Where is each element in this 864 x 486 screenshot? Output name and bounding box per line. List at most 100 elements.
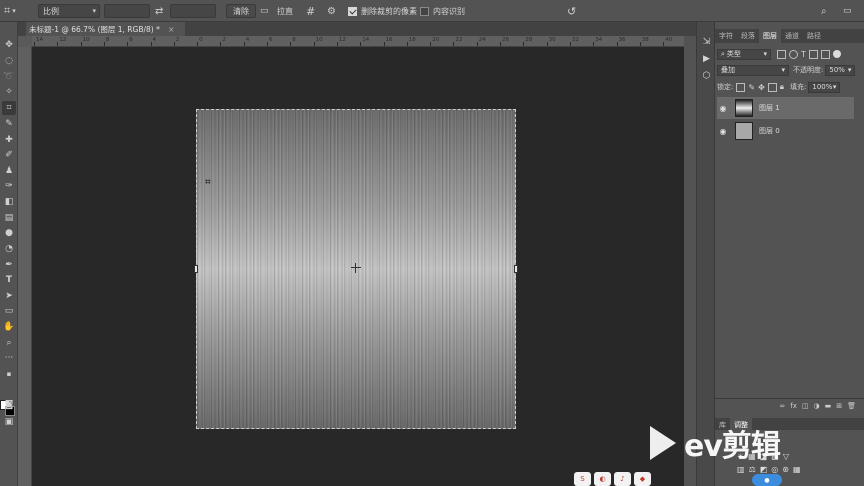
new-group-icon[interactable]: ▬ bbox=[825, 402, 832, 410]
ruler-tick bbox=[616, 42, 618, 46]
crop-tool-preset-icon[interactable]: ⌗ ▾ bbox=[4, 3, 16, 19]
tray-ime-icon[interactable]: ◐ bbox=[594, 472, 611, 486]
tray-network-badge[interactable]: ● bbox=[752, 474, 782, 486]
brush-tool-icon[interactable]: ✐ bbox=[2, 148, 16, 162]
ruler-corner bbox=[18, 36, 32, 47]
fill-field[interactable]: 100% ▾ bbox=[808, 81, 841, 93]
filter-smart-icon[interactable] bbox=[820, 49, 830, 59]
lock-artboard-icon[interactable] bbox=[767, 82, 777, 92]
blur-tool-icon[interactable]: ● bbox=[2, 226, 16, 240]
screen-mode-icon[interactable]: ▣ bbox=[2, 415, 16, 429]
close-icon[interactable]: × bbox=[168, 25, 175, 34]
content-aware-checkbox[interactable]: 内容识别 bbox=[420, 3, 465, 19]
ratio-select[interactable]: 比例 ▾ bbox=[38, 4, 100, 18]
ruler-tick-label: 14 bbox=[362, 37, 370, 43]
clone-stamp-tool-icon[interactable]: ♟ bbox=[2, 164, 16, 178]
chevron-down-icon: ▾ bbox=[92, 7, 96, 15]
ruler-tick bbox=[197, 42, 199, 46]
filter-toggle-icon[interactable] bbox=[832, 50, 841, 58]
healing-brush-tool-icon[interactable]: ✚ bbox=[2, 133, 16, 147]
delete-layer-icon[interactable]: 🗑︎ bbox=[847, 402, 856, 410]
vertical-ruler bbox=[18, 47, 32, 486]
clear-button[interactable]: 清除 bbox=[226, 4, 256, 18]
tray-settings-icon[interactable]: ◆ bbox=[634, 472, 651, 486]
ruler-tick-label: 30 bbox=[548, 37, 556, 43]
move-tool-icon[interactable]: ✥ bbox=[2, 38, 16, 52]
path-selection-tool-icon[interactable]: ➤ bbox=[2, 289, 16, 303]
pen-tool-icon[interactable]: ✒ bbox=[2, 258, 16, 272]
tab-character[interactable]: 字符 bbox=[715, 29, 737, 43]
eraser-tool-icon[interactable]: ◧ bbox=[2, 195, 16, 209]
lock-transparent-icon[interactable] bbox=[736, 82, 746, 92]
3d-panel-icon[interactable]: ⬡ bbox=[701, 70, 712, 81]
overlay-grid-icon[interactable]: # bbox=[306, 3, 315, 19]
swap-icon[interactable]: ⇄ bbox=[155, 3, 163, 19]
visibility-eye-icon[interactable]: ◉ bbox=[717, 104, 729, 113]
canvas-workspace[interactable] bbox=[32, 47, 684, 486]
tab-channels[interactable]: 通道 bbox=[781, 29, 803, 43]
new-layer-icon[interactable]: ⊞ bbox=[836, 402, 842, 410]
default-colors-icon[interactable]: ▪ bbox=[2, 367, 16, 381]
magic-wand-tool-icon[interactable]: ✧ bbox=[2, 85, 16, 99]
filter-pixel-icon[interactable] bbox=[777, 49, 786, 59]
lock-pixels-icon[interactable]: ✎ bbox=[748, 83, 755, 92]
dodge-tool-icon[interactable]: ◔ bbox=[2, 242, 16, 256]
eyedropper-tool-icon[interactable]: ✎ bbox=[2, 117, 16, 131]
straighten-label[interactable]: 拉直 bbox=[277, 3, 293, 19]
filter-shape-icon[interactable] bbox=[808, 49, 818, 59]
watermark-text: ev剪辑 bbox=[684, 429, 781, 464]
tray-mic-icon[interactable]: ♪ bbox=[614, 472, 631, 486]
crop-tool-icon[interactable]: ⌗ bbox=[2, 101, 16, 115]
crop-handle-left[interactable] bbox=[194, 265, 198, 273]
gear-icon[interactable]: ⚙ bbox=[327, 3, 336, 19]
link-layers-icon[interactable]: ∞ bbox=[779, 402, 785, 410]
width-field[interactable] bbox=[104, 4, 150, 18]
hand-tool-icon[interactable]: ✋ bbox=[2, 320, 16, 334]
layer-row[interactable]: ◉ 图层 1 bbox=[717, 97, 854, 119]
workspace-icon[interactable]: ▭ bbox=[843, 3, 852, 19]
undo-icon[interactable]: ↺ bbox=[567, 3, 576, 19]
opacity-field[interactable]: 50% ▾ bbox=[825, 64, 856, 76]
history-panel-icon[interactable]: ⇲ bbox=[701, 36, 712, 47]
adjustment-layer-icon[interactable]: ◑ bbox=[814, 402, 820, 410]
layer-style-button[interactable]: fx bbox=[790, 402, 797, 410]
add-mask-icon[interactable]: ◫ bbox=[802, 402, 809, 410]
visibility-eye-icon[interactable]: ◉ bbox=[717, 127, 729, 136]
type-tool-icon[interactable]: T bbox=[2, 273, 16, 287]
filter-type-icon[interactable]: T bbox=[801, 50, 806, 59]
kind-filter-select[interactable]: ⌕ 类型 ▾ bbox=[717, 48, 771, 60]
layer-filter-row: ⌕ 类型 ▾ T bbox=[717, 47, 862, 61]
layer-row[interactable]: ◉ 图层 0 bbox=[717, 120, 854, 142]
search-icon: ⌕ bbox=[721, 49, 725, 58]
lock-all-icon[interactable]: 🔒︎ bbox=[780, 82, 784, 92]
lasso-tool-icon[interactable]: ➰ bbox=[2, 70, 16, 84]
document-canvas[interactable] bbox=[196, 109, 516, 429]
tray-app-icon[interactable]: S bbox=[574, 472, 591, 486]
tab-layers[interactable]: 图层 bbox=[759, 29, 781, 43]
height-field[interactable] bbox=[170, 4, 216, 18]
actions-panel-icon[interactable]: ▶ bbox=[701, 53, 712, 64]
tab-paragraph[interactable]: 段落 bbox=[737, 29, 759, 43]
zoom-tool-icon[interactable]: ⌕ bbox=[2, 336, 16, 350]
rectangle-tool-icon[interactable]: ▭ bbox=[2, 304, 16, 318]
document-tab-title: 未标题-1 @ 66.7% (图层 1, RGB/8) * bbox=[29, 24, 160, 34]
search-icon[interactable]: ⌕ bbox=[821, 3, 827, 19]
ruler-tick-label: 12 bbox=[59, 37, 67, 43]
ruler-tick-label: 8 bbox=[105, 37, 110, 43]
crop-handle-right[interactable] bbox=[514, 265, 518, 273]
history-brush-tool-icon[interactable]: ✑ bbox=[2, 179, 16, 193]
document-tab[interactable]: 未标题-1 @ 66.7% (图层 1, RGB/8) * × bbox=[26, 22, 185, 36]
straighten-icon[interactable]: ▭ bbox=[260, 3, 269, 19]
ruler-tick-label: 6 bbox=[129, 37, 133, 43]
document-tab-bar: 未标题-1 @ 66.7% (图层 1, RGB/8) * × bbox=[18, 22, 696, 36]
blend-mode-select[interactable]: 叠加 ▾ bbox=[717, 64, 789, 76]
lock-position-icon[interactable]: ✥ bbox=[758, 83, 765, 92]
tab-paths[interactable]: 路径 bbox=[803, 29, 825, 43]
gradient-tool-icon[interactable]: ▤ bbox=[2, 211, 16, 225]
filter-adjustment-icon[interactable] bbox=[789, 49, 798, 59]
more-tools-icon[interactable]: ··· bbox=[2, 351, 16, 365]
delete-cropped-checkbox[interactable]: 删除裁剪的像素 bbox=[348, 3, 417, 19]
marquee-tool-icon[interactable]: ◌ bbox=[2, 54, 16, 68]
quick-mask-icon[interactable]: ◙ bbox=[2, 398, 16, 412]
ruler-tick-label: 16 bbox=[385, 37, 393, 43]
